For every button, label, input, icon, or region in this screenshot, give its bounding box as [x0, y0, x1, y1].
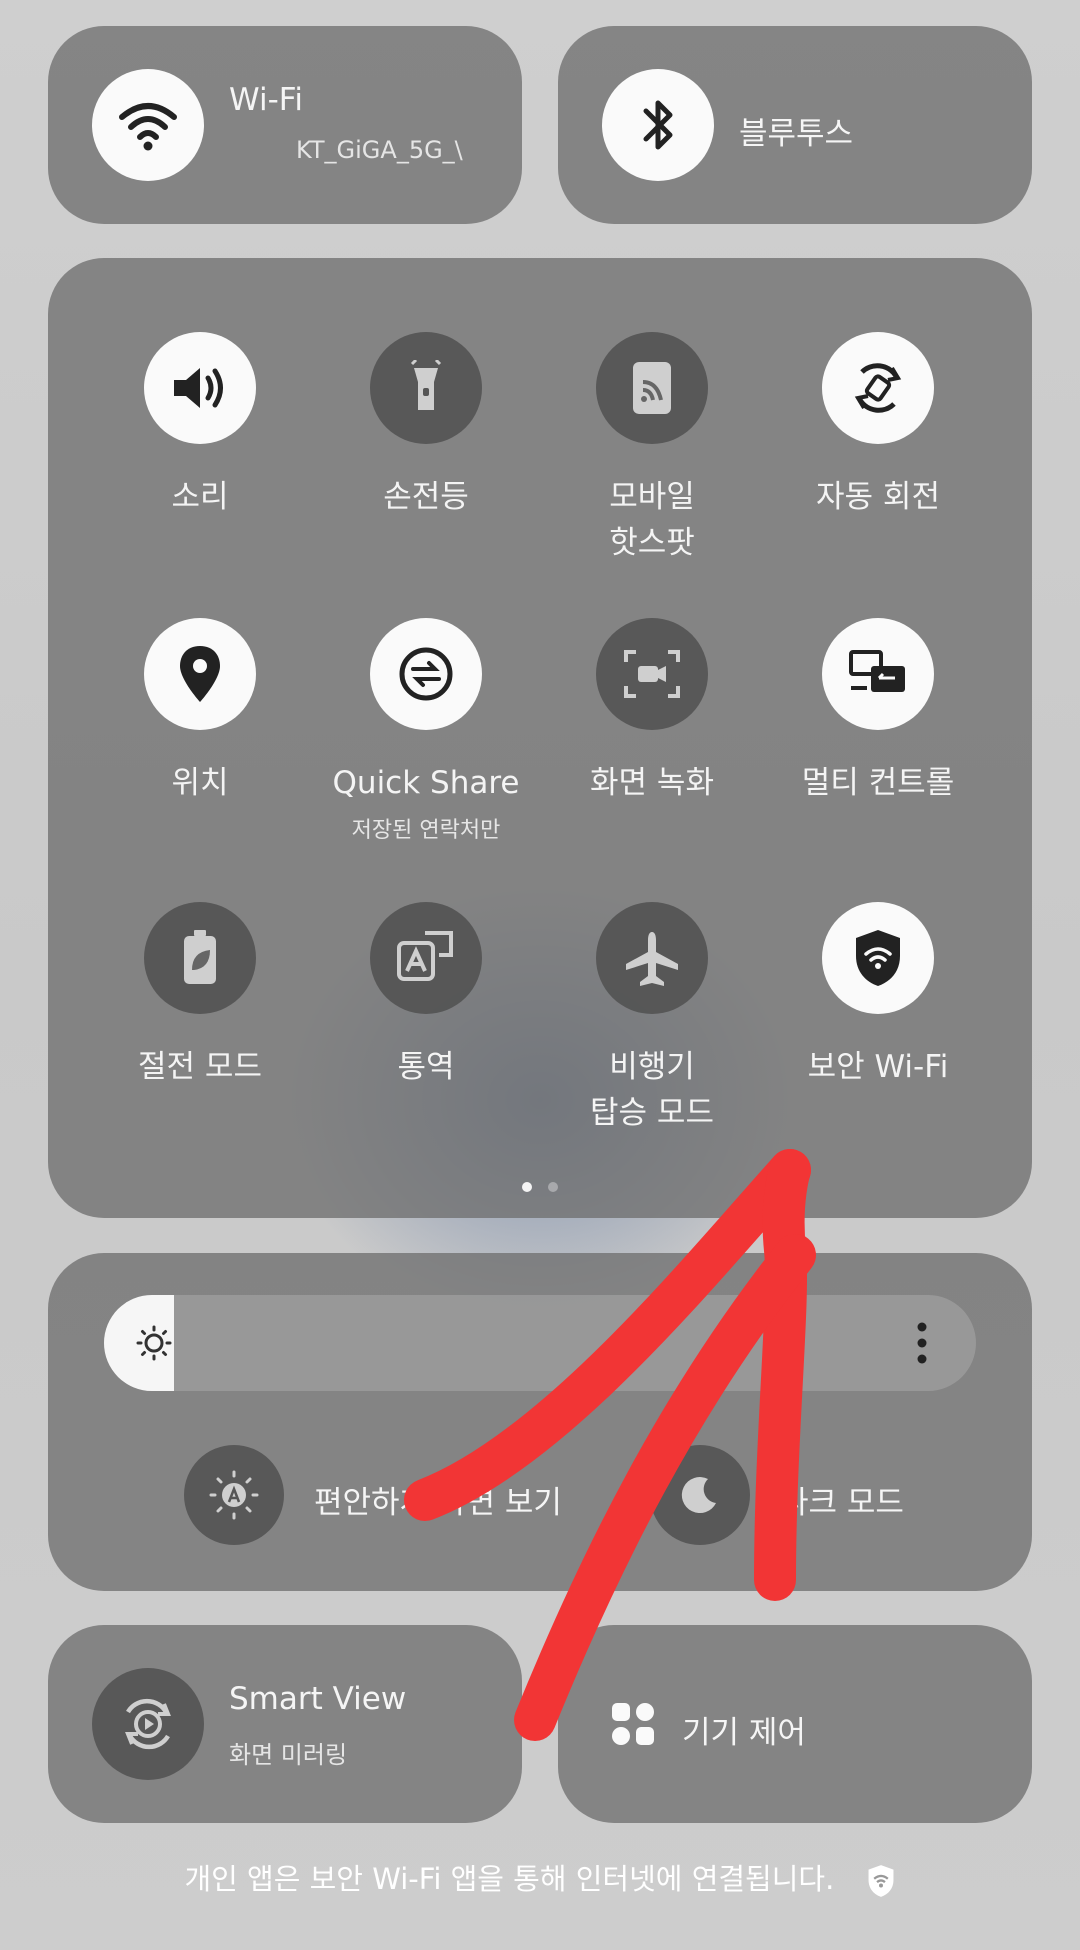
interpreter-label: 통역 — [397, 1049, 455, 1085]
bluetooth-toggle[interactable] — [602, 69, 714, 181]
flashlight-label: 손전등 — [383, 479, 469, 515]
wifi-network-name: KT_GiGA_5G_\ — [296, 136, 463, 164]
page-indicator-dot — [548, 1182, 558, 1192]
smart-view-title: Smart View — [229, 1681, 407, 1717]
airplane-icon — [622, 928, 682, 988]
sound-tile-button[interactable] — [144, 332, 256, 444]
airplane-mode-tile-button[interactable] — [596, 902, 708, 1014]
footer-text: 개인 앱은 보안 Wi-Fi 앱을 통해 인터넷에 연결됩니다. — [184, 1862, 835, 1896]
smart-view-sub: 화면 미러링 — [229, 1741, 348, 1769]
screen-record-icon — [622, 646, 682, 702]
secure-wifi-tile-button[interactable] — [822, 902, 934, 1014]
secure-wifi-label: 보안 Wi-Fi — [807, 1049, 949, 1085]
secure-wifi-small-icon — [866, 1864, 896, 1898]
location-pin-icon — [176, 644, 224, 704]
sun-icon — [136, 1325, 172, 1361]
rotate-icon — [848, 358, 908, 418]
flashlight-tile-button[interactable] — [370, 332, 482, 444]
auto-rotate-label: 자동 회전 — [816, 479, 940, 515]
speaker-icon — [168, 360, 232, 416]
smart-view-button[interactable] — [92, 1668, 204, 1780]
sound-label: 소리 — [171, 479, 229, 515]
eye-comfort-label[interactable]: 편안하게 화면 보기 — [314, 1477, 562, 1522]
wifi-tile[interactable]: Wi-Fi KT_GiGA_5G_\ — [48, 26, 522, 224]
moon-icon — [678, 1473, 722, 1517]
device-control-grid-icon — [610, 1701, 656, 1747]
eye-comfort-button[interactable] — [184, 1445, 284, 1545]
hotspot-icon — [627, 360, 677, 416]
smart-view-icon — [116, 1692, 180, 1756]
multi-control-icon — [847, 648, 909, 700]
page-indicator-dot-active — [522, 1182, 532, 1192]
translate-icon — [395, 927, 457, 989]
screen-record-label: 화면 녹화 — [590, 765, 714, 801]
wifi-icon — [116, 93, 180, 157]
quick-settings-grid: 소리 손전등 모바일 핫스팟 자동 회전 위치 Quick Share 저장된 … — [48, 258, 1032, 1218]
auto-rotate-tile-button[interactable] — [822, 332, 934, 444]
footer-notice: 개인 앱은 보안 Wi-Fi 앱을 통해 인터넷에 연결됩니다. — [0, 1856, 1080, 1898]
smart-view-tile[interactable]: Smart View 화면 미러링 — [48, 1625, 522, 1823]
airplane-mode-label: 비행기 탑승 모드 — [590, 1049, 714, 1131]
screen-record-tile-button[interactable] — [596, 618, 708, 730]
hotspot-label: 모바일 핫스팟 — [609, 479, 695, 561]
bluetooth-title: 블루투스 — [739, 116, 854, 152]
quick-share-label: Quick Share — [332, 765, 520, 801]
bluetooth-tile[interactable]: 블루투스 — [558, 26, 1032, 224]
power-saving-label: 절전 모드 — [138, 1049, 262, 1085]
dark-mode-button[interactable] — [650, 1445, 750, 1545]
secure-wifi-shield-icon — [852, 928, 904, 988]
display-panel: 편안하게 화면 보기 다크 모드 — [48, 1253, 1032, 1591]
eye-comfort-icon — [208, 1469, 260, 1521]
device-control-title: 기기 제어 — [682, 1715, 806, 1751]
brightness-slider[interactable] — [104, 1295, 976, 1391]
interpreter-tile-button[interactable] — [370, 902, 482, 1014]
location-label: 위치 — [171, 765, 229, 801]
flashlight-icon — [402, 360, 450, 416]
bluetooth-icon — [630, 95, 686, 155]
multi-control-label: 멀티 컨트롤 — [801, 765, 955, 801]
quick-share-sub: 저장된 연락처만 — [351, 818, 501, 843]
power-saving-tile-button[interactable] — [144, 902, 256, 1014]
location-tile-button[interactable] — [144, 618, 256, 730]
multi-control-tile-button[interactable] — [822, 618, 934, 730]
dark-mode-label[interactable]: 다크 모드 — [780, 1477, 904, 1522]
quick-share-tile-button[interactable] — [370, 618, 482, 730]
hotspot-tile-button[interactable] — [596, 332, 708, 444]
device-control-tile[interactable]: 기기 제어 — [558, 1625, 1032, 1823]
wifi-toggle[interactable] — [92, 69, 204, 181]
quick-share-icon — [395, 643, 457, 705]
battery-leaf-icon — [178, 928, 222, 988]
more-options-icon[interactable] — [916, 1321, 928, 1365]
wifi-title: Wi-Fi — [229, 82, 303, 118]
